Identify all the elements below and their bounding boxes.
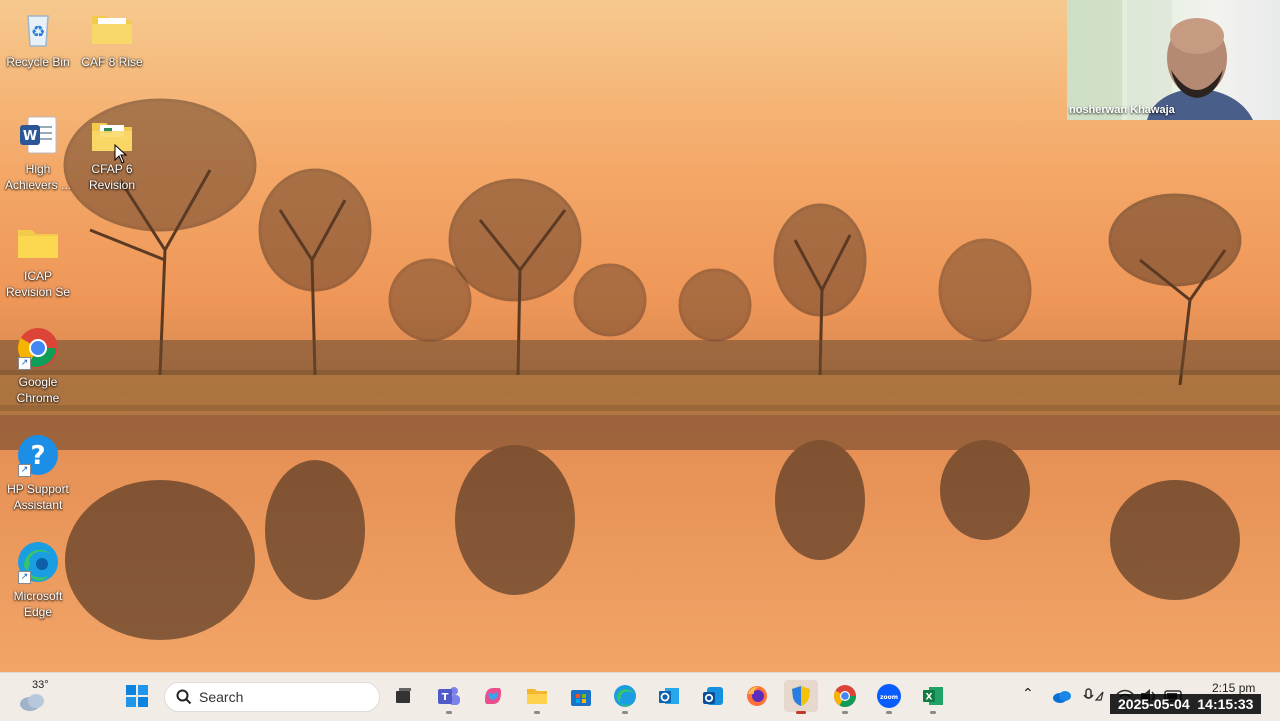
taskbar-microsoft-store[interactable] <box>564 680 598 712</box>
windows-start-icon <box>126 685 148 707</box>
taskbar-teams[interactable]: T <box>432 680 466 714</box>
svg-text:T: T <box>442 692 449 703</box>
outlook-icon <box>659 688 679 704</box>
task-view-icon <box>396 688 411 703</box>
hp-support-icon: ? ↗ <box>16 433 60 477</box>
shortcut-arrow-icon: ↗ <box>18 357 31 370</box>
taskbar-zoom[interactable]: zoom <box>872 680 906 714</box>
taskbar-outlook-new[interactable] <box>696 680 730 712</box>
microsoft-store-icon <box>571 690 591 706</box>
chrome-icon <box>834 685 856 707</box>
desktop-icon-caf8-rise[interactable]: CAF 8 Rise <box>74 6 150 70</box>
recording-timestamp-overlay: 2025-05-04 14:15:33 <box>1110 694 1262 714</box>
desktop-icon-icap-revision[interactable]: ICAP Revision Se <box>0 220 76 300</box>
svg-text:zoom: zoom <box>880 694 898 701</box>
desktop-icon-microsoft-edge[interactable]: ↗ Microsoft Edge <box>0 540 76 620</box>
desktop-icon-label: HP Support Assistant <box>7 482 69 512</box>
taskbar-copilot[interactable] <box>476 680 510 712</box>
show-hidden-icons-chevron-icon[interactable]: ⌃ <box>1022 686 1034 702</box>
folder-icon <box>16 220 60 264</box>
taskbar-search-box[interactable]: Search <box>164 682 380 712</box>
edge-icon <box>614 685 636 707</box>
shortcut-arrow-icon: ↗ <box>18 464 31 477</box>
taskbar-chrome[interactable] <box>828 680 862 714</box>
desktop-icon-label: CAF 8 Rise <box>81 55 143 69</box>
search-icon <box>176 689 192 705</box>
weather-widget[interactable]: 33° <box>14 678 54 718</box>
taskbar-edge[interactable] <box>608 680 642 714</box>
svg-text:W: W <box>23 129 37 144</box>
teams-icon: T <box>438 687 460 705</box>
shortcut-arrow-icon: ↗ <box>18 571 31 584</box>
excel-icon: X <box>923 687 943 705</box>
copilot-icon <box>485 688 501 704</box>
desktop-icon-label: Recycle Bin <box>6 55 70 69</box>
desktop-icon-label: High Achievers ... <box>4 162 72 192</box>
webcam-person-image <box>1067 0 1253 120</box>
taskbar-outlook[interactable] <box>652 680 686 712</box>
desktop-icon-recycle-bin[interactable]: ♻ Recycle Bin <box>0 6 76 70</box>
microphone-icon[interactable] <box>1083 688 1105 704</box>
desktop-icon-hp-support[interactable]: ? ↗ HP Support Assistant <box>0 433 76 513</box>
firefox-icon <box>747 686 767 706</box>
search-label: Search <box>199 689 244 705</box>
security-shield-icon <box>792 686 810 706</box>
recycle-bin-icon: ♻ <box>16 6 60 50</box>
outlook-new-icon <box>703 687 723 705</box>
onedrive-icon[interactable] <box>1052 689 1072 703</box>
taskbar-security-app[interactable] <box>784 680 818 714</box>
svg-text:X: X <box>926 693 933 703</box>
chrome-icon: ↗ <box>16 326 60 370</box>
weather-temperature: 33° <box>32 679 49 691</box>
file-explorer-icon <box>527 689 547 704</box>
desktop-icon-cfap6-revision[interactable]: CFAP 6 Revision <box>74 113 150 193</box>
webcam-video-overlay: nosherwan Khawaja <box>1067 0 1280 120</box>
desktop-icon-label: Microsoft Edge <box>13 589 63 619</box>
taskbar-excel[interactable]: X <box>916 680 950 714</box>
svg-text:?: ? <box>30 441 45 471</box>
desktop-icon-label: Google Chrome <box>16 375 60 405</box>
taskbar-clock-time[interactable]: 2:15 pm <box>1212 681 1255 695</box>
desktop-icon-google-chrome[interactable]: ↗ Google Chrome <box>0 326 76 406</box>
mouse-cursor-icon <box>114 144 128 164</box>
taskbar-file-explorer[interactable] <box>520 680 554 714</box>
svg-text:♻: ♻ <box>31 22 45 41</box>
task-view-button[interactable] <box>386 680 420 712</box>
desktop-icon-label: ICAP Revision Se <box>5 269 71 299</box>
zoom-icon: zoom <box>877 684 901 708</box>
folder-icon <box>90 6 134 50</box>
start-button[interactable] <box>120 680 154 712</box>
desktop-icon-high-achievers[interactable]: W High Achievers ... <box>0 113 76 193</box>
word-document-icon: W <box>16 113 60 157</box>
participant-name: nosherwan Khawaja <box>1069 104 1175 116</box>
desktop-icon-label: CFAP 6 Revision <box>88 162 136 192</box>
taskbar-firefox[interactable] <box>740 680 774 712</box>
edge-icon: ↗ <box>16 540 60 584</box>
